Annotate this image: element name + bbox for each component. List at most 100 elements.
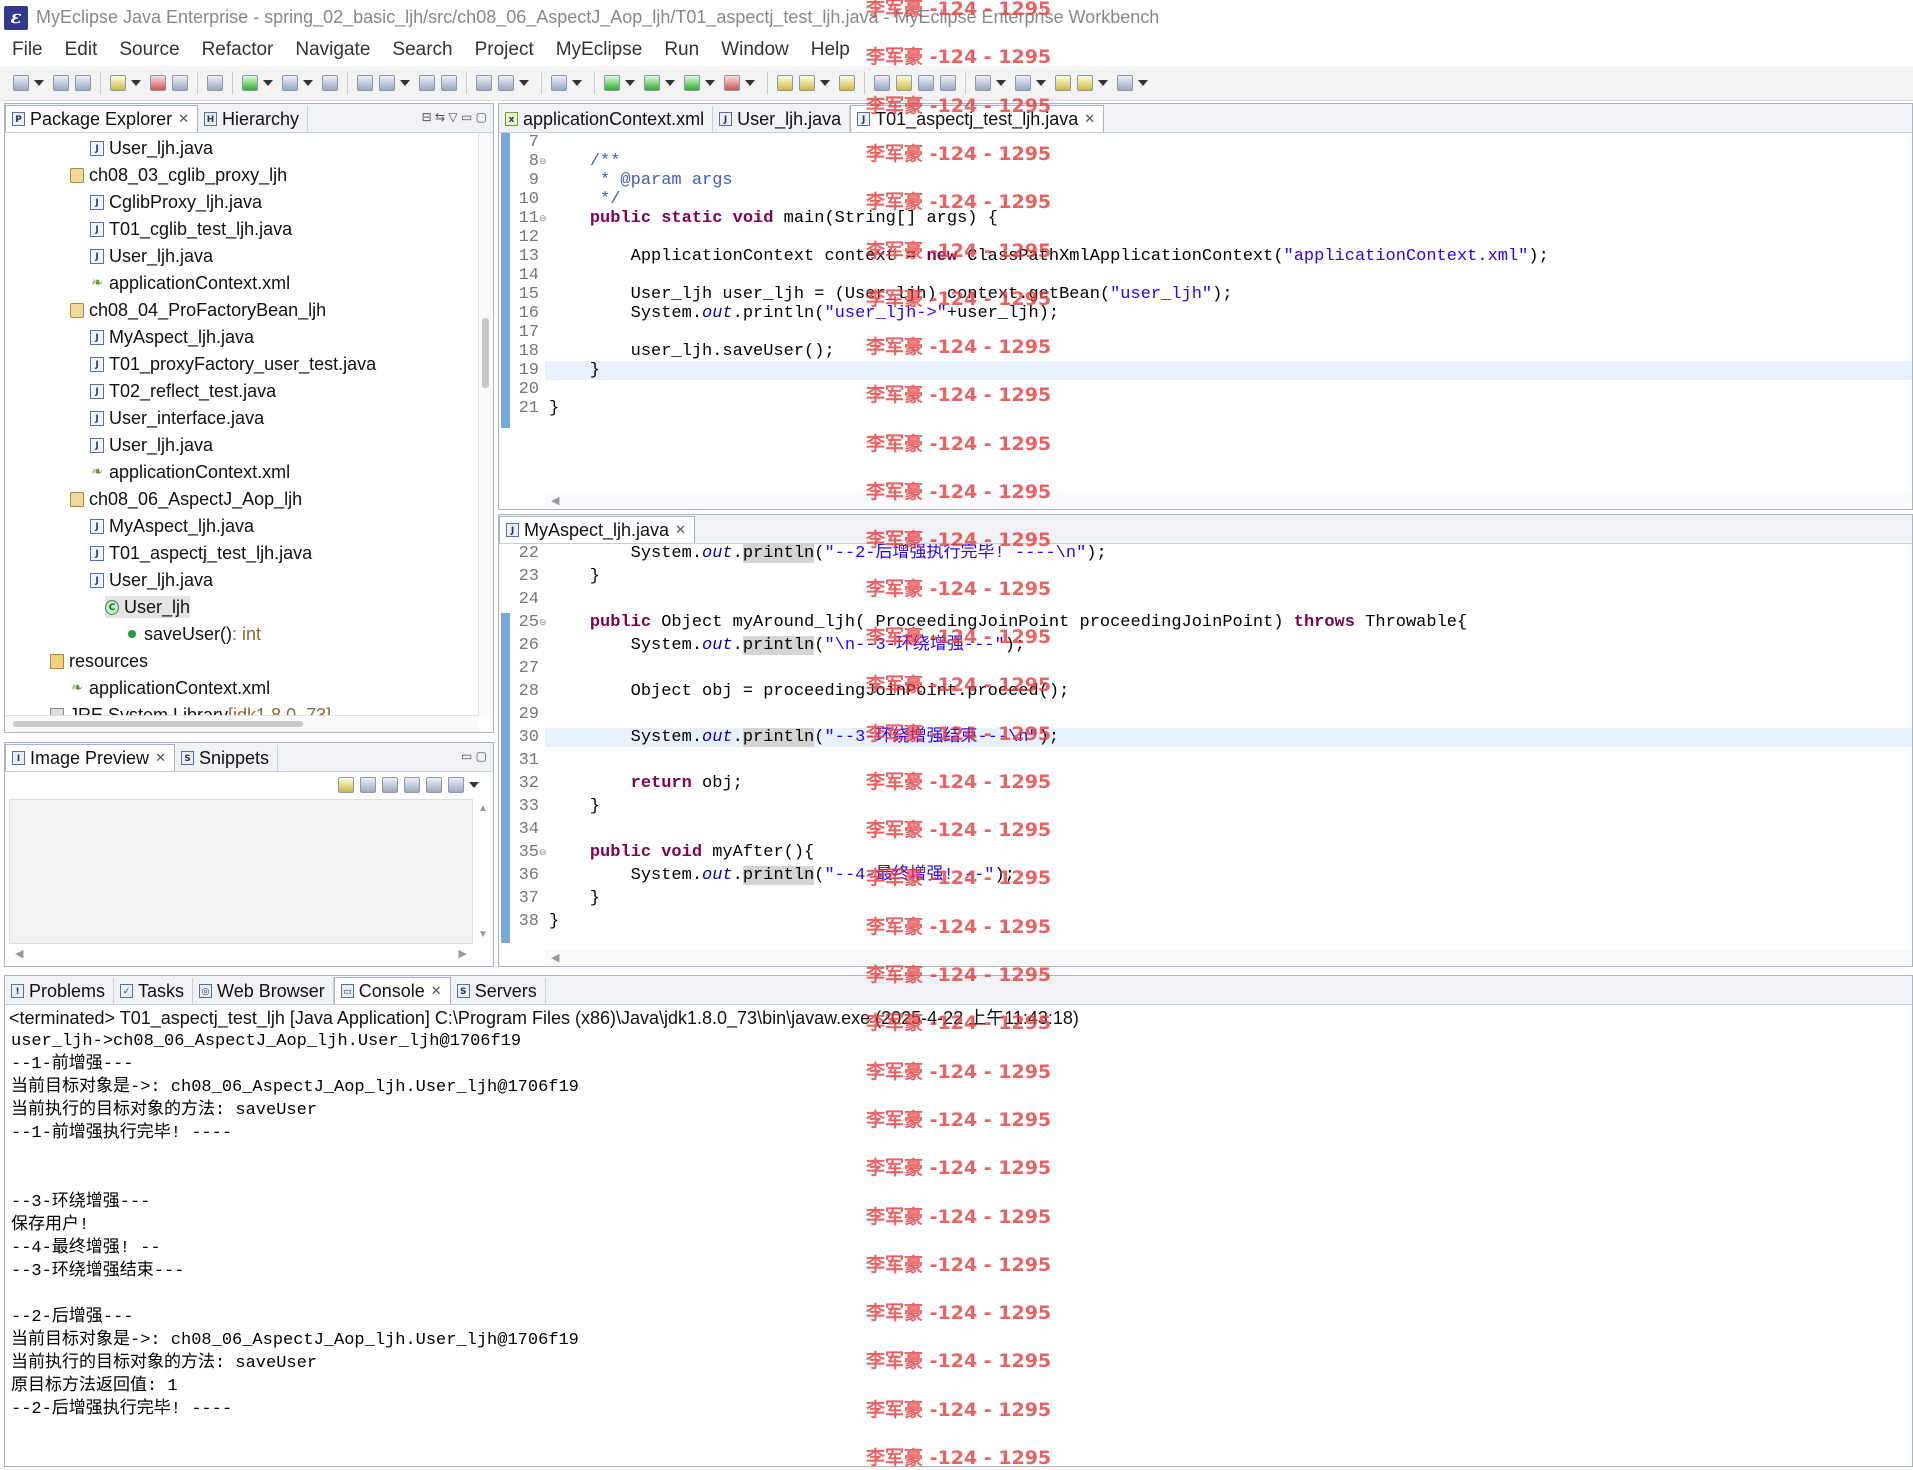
block-selection-icon[interactable] <box>918 75 934 91</box>
tab-servers[interactable]: S Servers <box>451 978 546 1004</box>
run-dropdown-icon[interactable] <box>665 80 675 86</box>
tree-item[interactable]: J T02_reflect_test.java <box>90 380 276 402</box>
tree-item[interactable]: ch08_06_AspectJ_Aop_ljh <box>70 488 302 510</box>
coverage-icon[interactable] <box>724 75 740 91</box>
menu-window[interactable]: Window <box>721 39 789 61</box>
search-web-icon[interactable] <box>282 75 298 91</box>
new-project-icon[interactable] <box>110 75 126 91</box>
tree-item[interactable]: ❧ applicationContext.xml <box>90 272 290 294</box>
tree-item[interactable]: J MyAspect_ljh.java <box>90 326 254 348</box>
menu-help[interactable]: Help <box>811 39 850 61</box>
tab-user-ljh-java[interactable]: J User_ljh.java <box>713 106 851 132</box>
tree-item[interactable]: J T01_cglib_test_ljh.java <box>90 218 292 240</box>
open-type-icon[interactable] <box>419 75 435 91</box>
fold-icon[interactable]: ⊖ <box>539 847 547 858</box>
actual-size-icon[interactable] <box>426 777 442 793</box>
fold-icon[interactable]: ⊖ <box>539 156 547 167</box>
open-perspective-dropdown-icon[interactable] <box>263 80 273 86</box>
coverage-dropdown-icon[interactable] <box>745 80 755 86</box>
sync-icon[interactable] <box>338 777 354 793</box>
last-edit-icon[interactable] <box>1055 75 1071 91</box>
terminal-dropdown-icon[interactable] <box>572 80 582 86</box>
annotation-icon[interactable] <box>874 75 890 91</box>
open-perspective-icon[interactable] <box>242 75 258 91</box>
editor-bottom-body[interactable]: 22 23 24 25 ⊖ 26 27 28 29 30 31 32 33 34 35 ⊖ 36 37 38 Sys… <box>499 544 1912 950</box>
scroll-left-icon[interactable]: ◀ <box>551 951 559 964</box>
editor-bottom-hscrollbar[interactable]: ◀ <box>545 950 1912 966</box>
scroll-down-icon[interactable]: ▼ <box>478 929 488 940</box>
new-package-icon[interactable] <box>498 75 514 91</box>
tab-package-explorer[interactable]: P Package Explorer ✕ <box>5 105 198 132</box>
tab-hierarchy[interactable]: H Hierarchy <box>198 106 309 132</box>
edit-dropdown-icon[interactable] <box>820 80 830 86</box>
menu-file[interactable]: File <box>12 39 43 61</box>
open-task-icon[interactable] <box>839 75 855 91</box>
tree-item[interactable]: J User_ljh.java <box>90 434 213 456</box>
forward-icon[interactable] <box>1117 75 1133 91</box>
tree-item[interactable]: C User_ljh <box>105 596 191 618</box>
tab-applicationcontext-xml[interactable]: x applicationContext.xml <box>499 106 714 132</box>
new-java-class-icon[interactable] <box>476 75 492 91</box>
menu-myeclipse[interactable]: MyEclipse <box>556 39 643 61</box>
fold-icon[interactable]: ⊖ <box>539 213 547 224</box>
tree-item[interactable]: ch08_03_cglib_proxy_ljh <box>70 164 287 186</box>
server-icon[interactable] <box>172 75 188 91</box>
next-annotation-icon[interactable] <box>975 75 991 91</box>
close-icon[interactable]: ✕ <box>1084 111 1095 127</box>
fold-icon[interactable]: ⊖ <box>539 617 547 628</box>
back-dropdown-icon[interactable] <box>1098 80 1108 86</box>
tree-item[interactable]: J User_ljh.java <box>90 569 213 591</box>
save-icon[interactable] <box>53 75 69 91</box>
tab-tasks[interactable]: ✓ Tasks <box>114 978 194 1004</box>
tab-myaspect-ljh-java[interactable]: J MyAspect_ljh.java ✕ <box>499 516 695 543</box>
code-area[interactable]: /** * @param args */ public static void … <box>549 133 1912 493</box>
zoom-in-icon[interactable] <box>404 777 420 793</box>
view-controls-icon[interactable]: ▭ ▢ <box>461 749 487 763</box>
new-project-dropdown-icon[interactable] <box>131 80 141 86</box>
tree-vertical-scrollbar[interactable] <box>478 133 493 716</box>
close-icon[interactable]: ✕ <box>431 983 442 999</box>
scroll-left-icon[interactable]: ◀ <box>551 494 559 507</box>
scroll-up-icon[interactable]: ▲ <box>478 803 488 814</box>
debug-icon[interactable] <box>604 75 620 91</box>
tree-item[interactable]: J T01_proxyFactory_user_test.java <box>90 353 376 375</box>
view-controls-icon[interactable]: ⊟ ⇆ ▽ ▭ ▢ <box>422 110 487 124</box>
run-server-icon[interactable] <box>379 75 395 91</box>
forward-dropdown-icon[interactable] <box>1138 80 1148 86</box>
tree-item[interactable]: J CglibProxy_ljh.java <box>90 191 262 213</box>
tab-problems[interactable]: ! Problems <box>5 978 115 1004</box>
mark-occurrences-icon[interactable] <box>896 75 912 91</box>
fit-image-icon[interactable] <box>360 777 376 793</box>
tree-item[interactable]: saveUser() : int <box>125 623 261 645</box>
run-last-tool-dropdown-icon[interactable] <box>705 80 715 86</box>
menu-refactor[interactable]: Refactor <box>202 39 274 61</box>
open-resource-icon[interactable] <box>441 75 457 91</box>
view-menu-icon[interactable] <box>469 782 479 788</box>
tree-horizontal-scrollbar[interactable] <box>5 715 479 732</box>
tab-image-preview[interactable]: I Image Preview ✕ <box>5 744 175 771</box>
tree-hscroll-thumb[interactable] <box>13 721 303 727</box>
next-annotation-dropdown-icon[interactable] <box>996 80 1006 86</box>
open-folder-icon[interactable] <box>777 75 793 91</box>
search-web-dropdown-icon[interactable] <box>303 80 313 86</box>
menu-source[interactable]: Source <box>119 39 179 61</box>
debug-dropdown-icon[interactable] <box>625 80 635 86</box>
prev-annotation-icon[interactable] <box>1015 75 1031 91</box>
tree-item[interactable]: ❧ applicationContext.xml <box>70 677 270 699</box>
terminal-icon[interactable] <box>551 75 567 91</box>
tree-item[interactable]: J User_interface.java <box>90 407 264 429</box>
menu-run[interactable]: Run <box>664 39 699 61</box>
menu-navigate[interactable]: Navigate <box>295 39 370 61</box>
tree-scroll-thumb[interactable] <box>482 318 489 388</box>
zoom-out-icon[interactable] <box>382 777 398 793</box>
print-icon[interactable] <box>75 75 91 91</box>
deploy-icon[interactable] <box>150 75 166 91</box>
tab-t01-aspectj-test-ljh-java[interactable]: J T01_aspectj_test_ljh.java ✕ <box>850 105 1105 132</box>
editor-top-body[interactable]: 7 8 ⊖ 9 10 11 ⊖ 12 13 14 15 16 17 18 19 20 21 /** * @par… <box>499 133 1912 493</box>
tab-console[interactable]: ▭ Console ✕ <box>333 977 451 1004</box>
new-server-icon[interactable] <box>357 75 373 91</box>
menu-edit[interactable]: Edit <box>65 39 98 61</box>
console-output[interactable]: user_ljh->ch08_06_AspectJ_Aop_ljh.User_l… <box>5 1032 1912 1466</box>
tab-web-browser[interactable]: ◎ Web Browser <box>193 978 334 1004</box>
new-icon[interactable] <box>13 75 29 91</box>
